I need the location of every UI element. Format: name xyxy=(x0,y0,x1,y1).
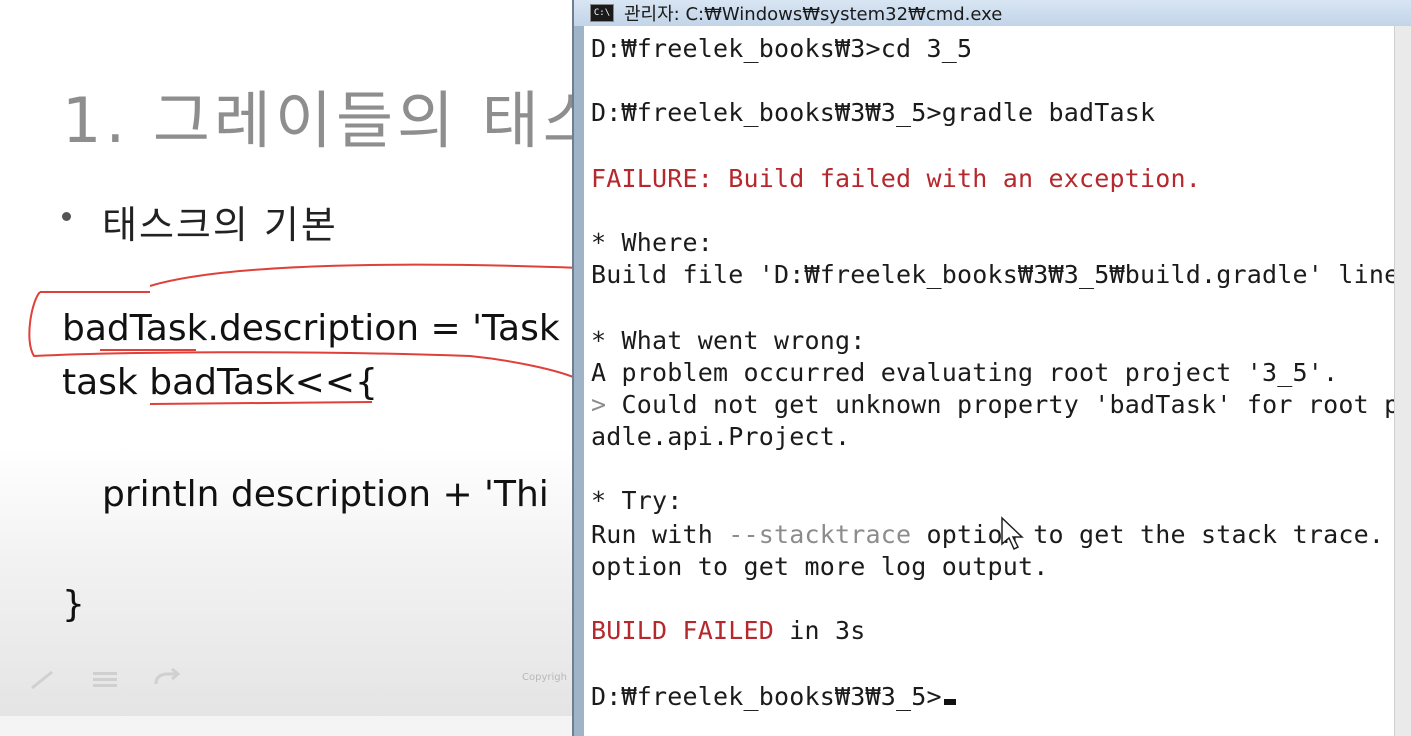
terminal-text-segment: FAILURE: Build failed with an exception. xyxy=(591,164,1202,193)
redo-icon[interactable] xyxy=(152,667,186,690)
terminal-text-segment: Run with xyxy=(591,520,729,549)
copyright-text: Copyrigh xyxy=(522,672,567,683)
terminal-line: * Where: xyxy=(591,228,713,257)
terminal-line: Build file 'D:₩freelek_books₩3₩3_5₩build… xyxy=(591,260,1394,289)
terminal-line: > Could not get unknown property 'badTas… xyxy=(591,390,1394,419)
presentation-slide: 1. 그레이들의 태스 태스크의 기본 badTask.description … xyxy=(0,0,580,720)
terminal-text-segment: * Try: xyxy=(591,486,683,515)
pen-annotation xyxy=(28,263,580,405)
terminal-text-segment: A problem occurred evaluating root proje… xyxy=(591,358,1339,387)
text-cursor xyxy=(943,699,956,705)
terminal-text-segment: BUILD FAILED xyxy=(591,616,775,645)
terminal-text-segment: --stacktrace xyxy=(728,520,912,549)
terminal-text-segment: Could not get unknown property 'badTask'… xyxy=(621,390,1394,419)
terminal-line: FAILURE: Build failed with an exception. xyxy=(591,164,1201,193)
terminal-text-segment: > xyxy=(591,390,622,419)
terminal-text-segment: option to get the stack trace. Run xyxy=(911,520,1394,549)
cmd-titlebar[interactable]: C:\ 관리자: C:₩Windows₩system32₩cmd.exe xyxy=(574,0,1411,26)
terminal-text-segment: * Where: xyxy=(591,228,714,257)
mouse-pointer-icon xyxy=(1001,516,1024,551)
terminal-line: D:₩freelek_books₩3₩3_5>gradle badTask xyxy=(591,98,1155,127)
terminal-text-segment: * What went wrong: xyxy=(591,326,866,355)
terminal-text-segment: Build file 'D:₩freelek_books₩3₩3_5₩build… xyxy=(591,260,1394,289)
slide-toolbar xyxy=(28,667,186,690)
annotation-stroke-box xyxy=(28,291,580,381)
pen-icon[interactable] xyxy=(28,668,62,690)
terminal-text-segment: adle.api.Project. xyxy=(591,422,851,451)
terminal-scrollbar[interactable] xyxy=(1394,26,1411,736)
cmd-app-icon[interactable]: C:\ xyxy=(590,4,614,22)
terminal-line: option to get more log output. xyxy=(591,552,1049,581)
terminal-text-segment: D:₩freelek_books₩3₩3_5> xyxy=(591,682,942,711)
terminal-line: Run with --stacktrace option to get the … xyxy=(591,520,1394,549)
terminal-output[interactable]: D:₩freelek_books₩3>cd 3_5 D:₩freelek_book… xyxy=(584,26,1394,736)
annotation-underline-task xyxy=(149,401,373,405)
menu-icon[interactable] xyxy=(90,668,124,690)
annotation-stroke-top xyxy=(149,263,580,287)
terminal-text-segment: in 3s xyxy=(774,616,866,645)
slide-bottom-bar xyxy=(0,716,580,736)
cmd-window-title: 관리자: C:₩Windows₩system32₩cmd.exe xyxy=(624,4,1003,25)
terminal-line: D:₩freelek_books₩3>cd 3_5 xyxy=(591,34,972,63)
terminal-line: * What went wrong: xyxy=(591,326,866,355)
cmd-window[interactable]: C:\ 관리자: C:₩Windows₩system32₩cmd.exe D:₩… xyxy=(572,0,1411,736)
terminal-text-segment: D:₩freelek_books₩3₩3_5>gradle badTask xyxy=(591,98,1156,127)
terminal-line: adle.api.Project. xyxy=(591,422,850,451)
terminal-text-segment: D:₩freelek_books₩3>cd 3_5 xyxy=(591,34,973,63)
terminal-line: * Try: xyxy=(591,486,683,515)
terminal-line: D:₩freelek_books₩3₩3_5> xyxy=(591,682,956,711)
terminal-line: BUILD FAILED in 3s xyxy=(591,616,866,645)
terminal-line: A problem occurred evaluating root proje… xyxy=(591,358,1338,387)
terminal-text-segment: option to get more log output. xyxy=(591,552,1049,581)
